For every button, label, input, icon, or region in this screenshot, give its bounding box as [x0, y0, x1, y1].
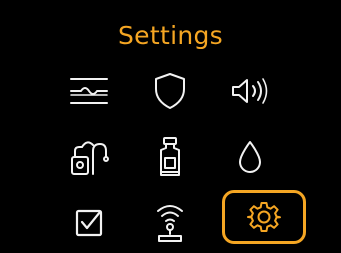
- menu-item-security[interactable]: [128, 64, 212, 118]
- menu-item-settings-selected[interactable]: [222, 190, 306, 244]
- graph-line-icon: [70, 78, 108, 104]
- settings-screen: Settings: [0, 0, 341, 253]
- menu-item-checklist[interactable]: [47, 196, 131, 250]
- page-title: Settings: [118, 21, 223, 50]
- gear-icon: [247, 202, 281, 232]
- wireless-sensor-icon: [157, 205, 183, 242]
- menu-item-drop[interactable]: [208, 130, 292, 184]
- menu-item-graph[interactable]: [47, 64, 131, 118]
- shield-icon: [155, 73, 185, 109]
- menu-item-wireless[interactable]: [128, 196, 212, 250]
- menu-item-pump-tubing[interactable]: [47, 130, 131, 184]
- checkbox-icon: [75, 209, 103, 237]
- menu-item-sound[interactable]: [208, 64, 292, 118]
- speaker-volume-icon: [232, 78, 268, 104]
- menu-item-cartridge[interactable]: [128, 130, 212, 184]
- insulin-cartridge-icon: [160, 137, 180, 176]
- drop-icon: [239, 141, 261, 173]
- pump-tubing-icon: [71, 141, 109, 175]
